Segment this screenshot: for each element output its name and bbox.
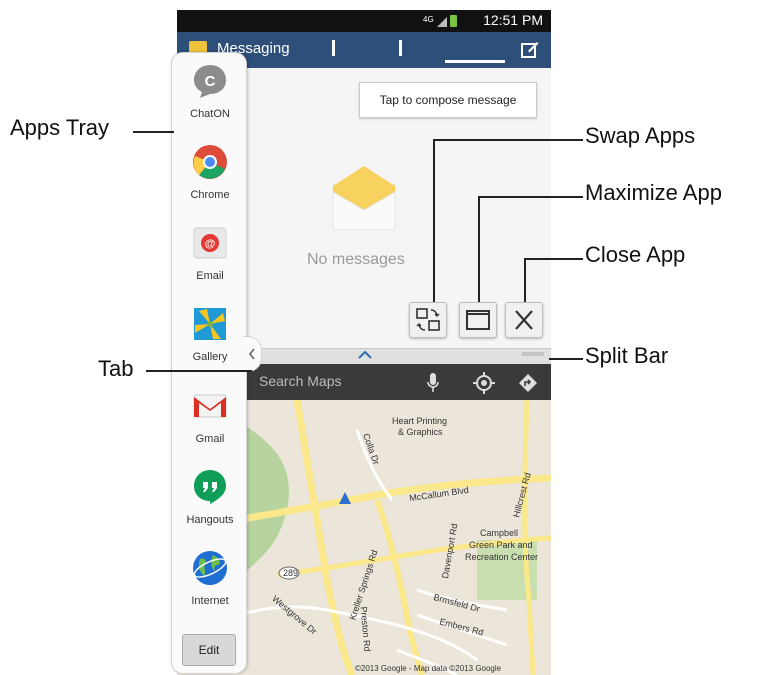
tray-item-label: Chrome [190, 189, 230, 201]
compose-icon[interactable] [521, 40, 539, 58]
callout-line [478, 196, 480, 302]
tray-item-label: Internet [191, 595, 229, 607]
gallery-icon [194, 308, 226, 340]
network-type-label: 4G [423, 15, 434, 24]
callout-line [433, 139, 583, 141]
tray-item-label: Email [196, 270, 224, 282]
my-location-icon[interactable] [473, 372, 495, 394]
callout-line [478, 196, 583, 198]
chevron-left-icon [248, 348, 255, 360]
envelope-icon [332, 166, 396, 231]
edit-tray-button[interactable]: Edit [182, 634, 236, 666]
callout-maximize-app: Maximize App [585, 180, 722, 205]
svg-text:C: C [205, 73, 216, 90]
map-label: Green Park and [469, 540, 533, 550]
callout-line [524, 258, 583, 260]
maps-search-input[interactable]: Search Maps [259, 373, 341, 389]
signal-icon: 4G [423, 15, 457, 27]
callout-line [549, 358, 583, 360]
map-label: Recreation Center [465, 552, 539, 562]
tray-item-label: Gallery [192, 351, 228, 363]
split-bar-handle[interactable] [522, 352, 544, 356]
callout-split-bar: Split Bar [585, 343, 669, 368]
map-label: Heart Printing [392, 416, 448, 426]
callout-close-app: Close App [585, 242, 686, 267]
swap-apps-icon [416, 308, 440, 331]
callout-line [433, 139, 435, 302]
svg-text:@: @ [205, 238, 216, 250]
maximize-app-button[interactable] [459, 302, 497, 338]
tray-item-label: ChatON [190, 108, 230, 120]
hangouts-icon [194, 470, 226, 504]
compose-tooltip[interactable]: Tap to compose message [359, 82, 537, 118]
internet-icon [193, 551, 227, 585]
map-label: & Graphics [398, 427, 443, 437]
selected-tab-indicator [445, 60, 505, 63]
swap-apps-button[interactable] [409, 302, 447, 338]
microphone-icon[interactable] [427, 373, 439, 393]
gmail-icon [193, 394, 227, 418]
map-copyright: ©2013 Google - Map data ©2013 Google [355, 664, 502, 673]
route-number-label: 289 [283, 568, 299, 578]
map-label: Campbell [480, 528, 519, 538]
close-app-button[interactable] [505, 302, 543, 338]
email-icon: @ [193, 227, 227, 259]
status-time: 12:51 PM [483, 12, 543, 28]
status-bar: 4G 12:51 PM [177, 10, 551, 32]
chevron-up-icon [358, 350, 372, 359]
directions-icon[interactable] [518, 373, 538, 393]
close-icon [515, 310, 533, 330]
tray-item-label: Hangouts [186, 514, 234, 526]
callout-swap-apps: Swap Apps [585, 123, 696, 148]
callout-line [524, 258, 526, 302]
callout-apps-tray: Apps Tray [10, 115, 110, 140]
callout-tab: Tab [98, 356, 134, 381]
action-bar-divider [332, 40, 335, 56]
callout-line [133, 131, 174, 133]
tray-item-label: Gmail [195, 433, 225, 445]
chaton-icon: C [194, 65, 226, 98]
chrome-icon [193, 145, 227, 179]
maximize-icon [466, 310, 490, 330]
empty-state-text: No messages [307, 251, 405, 268]
action-bar-divider [399, 40, 402, 56]
callout-line [146, 370, 252, 372]
